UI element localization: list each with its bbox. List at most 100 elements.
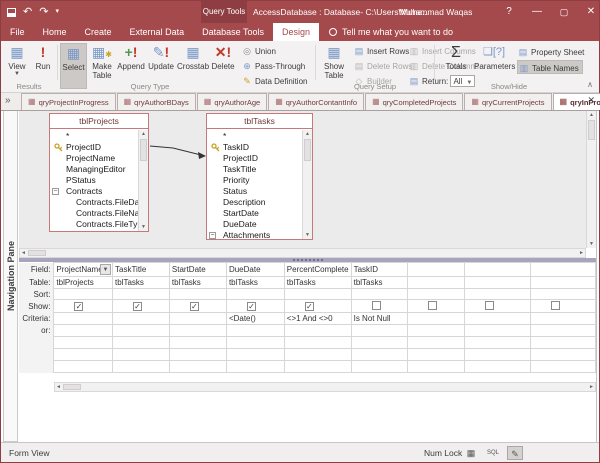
redo-icon[interactable]: ↷	[39, 1, 48, 23]
grid-cell-or[interactable]	[530, 325, 595, 337]
table-field[interactable]: Description	[207, 197, 302, 208]
grid-cell-blank[interactable]	[113, 337, 170, 349]
datasheet-view-icon[interactable]: ▦	[463, 446, 479, 460]
maximize-button[interactable]: ▢	[556, 1, 572, 23]
table-field[interactable]: ProjectID	[207, 153, 302, 164]
qat-customize-icon[interactable]: ▾	[55, 1, 59, 23]
grid-cell-or[interactable]	[113, 325, 170, 337]
grid-cell-or[interactable]	[54, 325, 113, 337]
scroll-down-icon[interactable]: ▼	[139, 224, 148, 230]
grid-cell-show[interactable]: ✓	[226, 300, 284, 313]
menu-tab-external-data[interactable]: External Data	[121, 23, 194, 41]
grid-cell-show[interactable]: ✓	[54, 300, 113, 313]
grid-cell-blank[interactable]	[226, 361, 284, 373]
data-definition-button[interactable]: ✎Data Definition	[241, 74, 307, 88]
scroll-down-icon[interactable]: ▼	[303, 232, 312, 238]
grid-cell-blank[interactable]	[54, 337, 113, 349]
grid-cell-field[interactable]: TaskTitle	[113, 263, 170, 277]
account-name[interactable]: Muhammad Waqas	[399, 1, 472, 23]
grid-cell-criteria[interactable]	[169, 313, 226, 325]
grid-cell-blank[interactable]	[407, 337, 464, 349]
grid-cell-blank[interactable]	[113, 349, 170, 361]
grid-cell-blank[interactable]	[54, 349, 113, 361]
grid-cell-blank[interactable]	[464, 337, 530, 349]
grid-cell-sort[interactable]	[530, 289, 595, 300]
grid-cell-table[interactable]: tblProjects	[54, 277, 113, 289]
sql-view-icon[interactable]: SQL	[485, 446, 501, 460]
grid-cell-blank[interactable]	[464, 349, 530, 361]
union-button[interactable]: ◎Union	[241, 44, 276, 58]
grid-cell-sort[interactable]	[407, 289, 464, 300]
scroll-right-icon[interactable]: ►	[589, 384, 594, 390]
scroll-down-icon[interactable]: ▼	[587, 241, 596, 247]
table-field[interactable]: −Contracts	[50, 186, 138, 197]
grid-cell-blank[interactable]	[464, 361, 530, 373]
table-field[interactable]: TaskID	[207, 142, 302, 153]
table-field[interactable]: Contracts.FileType	[50, 219, 138, 230]
property-sheet-button[interactable]: ▤Property Sheet	[517, 45, 584, 59]
grid-cell-blank[interactable]	[284, 361, 351, 373]
grid-cell-sort[interactable]	[351, 289, 407, 300]
grid-cell-criteria[interactable]	[113, 313, 170, 325]
grid-cell-blank[interactable]	[407, 349, 464, 361]
grid-cell-field[interactable]: DueDate	[226, 263, 284, 277]
collapse-icon[interactable]: −	[209, 232, 216, 239]
design-view-icon[interactable]: ✎	[507, 446, 523, 460]
grid-cell-field[interactable]	[407, 263, 464, 277]
grid-cell-blank[interactable]	[351, 337, 407, 349]
grid-cell-show[interactable]	[407, 300, 464, 313]
menu-tab-create[interactable]: Create	[76, 23, 121, 41]
grid-cell-table[interactable]	[464, 277, 530, 289]
show-checkbox[interactable]: ✓	[305, 302, 314, 311]
scrollbar-thumb[interactable]	[588, 120, 595, 140]
grid-cell-field[interactable]: PercentComplete	[284, 263, 351, 277]
scroll-left-icon[interactable]: ◄	[56, 384, 61, 390]
undo-icon[interactable]: ↶	[23, 1, 32, 23]
show-checkbox[interactable]: ✓	[133, 302, 142, 311]
table-box-tbltasks[interactable]: tblTasks *TaskIDProjectIDTaskTitlePriori…	[206, 113, 313, 240]
grid-cell-blank[interactable]	[530, 361, 595, 373]
grid-cell-field[interactable]: StartDate	[169, 263, 226, 277]
grid-cell-field[interactable]	[464, 263, 530, 277]
grid-cell-show[interactable]	[464, 300, 530, 313]
scrollbar-thumb[interactable]	[63, 384, 81, 390]
navigation-pane-collapsed[interactable]: Navigation Pane	[3, 111, 18, 442]
scroll-up-icon[interactable]: ▲	[303, 131, 312, 137]
table-field[interactable]: DueDate	[207, 219, 302, 230]
grid-cell-table[interactable]: tblTasks	[351, 277, 407, 289]
grid-cell-show[interactable]	[351, 300, 407, 313]
scroll-up-icon[interactable]: ▲	[139, 131, 148, 137]
grid-cell-blank[interactable]	[169, 361, 226, 373]
table-names-button[interactable]: ▥Table Names	[517, 60, 583, 74]
doc-tab-qryAuthorContantInfo[interactable]: ▦qryAuthorContantInfo	[268, 93, 364, 110]
grid-cell-show[interactable]	[530, 300, 595, 313]
close-button[interactable]: ✕	[583, 1, 599, 23]
grid-cell-field[interactable]	[530, 263, 595, 277]
doc-tab-qryCompletedProjects[interactable]: ▦qryCompletedProjects	[365, 93, 463, 110]
grid-cell-criteria[interactable]: <>1 And <>0	[284, 313, 351, 325]
grid-cell-or[interactable]	[464, 325, 530, 337]
grid-cell-blank[interactable]	[530, 337, 595, 349]
open-navigation-pane-icon[interactable]: »	[5, 95, 11, 106]
grid-cell-blank[interactable]	[226, 349, 284, 361]
table-box-tblprojects[interactable]: tblProjects *ProjectIDProjectNameManagin…	[49, 113, 149, 232]
minimize-button[interactable]: —	[529, 1, 545, 23]
grid-cell-table[interactable]	[407, 277, 464, 289]
grid-cell-or[interactable]	[226, 325, 284, 337]
show-checkbox[interactable]: ✓	[247, 302, 256, 311]
grid-cell-sort[interactable]	[54, 289, 113, 300]
grid-cell-show[interactable]: ✓	[169, 300, 226, 313]
scrollbar-thumb[interactable]	[140, 139, 147, 161]
table-field[interactable]: PStatus	[50, 175, 138, 186]
table-field[interactable]: ProjectStart	[50, 230, 138, 231]
show-checkbox[interactable]: ✓	[74, 302, 83, 311]
scrollbar-thumb[interactable]	[28, 250, 46, 256]
table-scrollbar[interactable]: ▲ ▼	[138, 130, 148, 231]
grid-cell-blank[interactable]	[54, 361, 113, 373]
show-checkbox[interactable]: ✓	[190, 302, 199, 311]
grid-cell-blank[interactable]	[113, 361, 170, 373]
table-field[interactable]: Contracts.FileData	[50, 197, 138, 208]
table-field[interactable]: StartDate	[207, 208, 302, 219]
scroll-right-icon[interactable]: ►	[579, 250, 584, 256]
show-checkbox[interactable]	[485, 301, 494, 310]
